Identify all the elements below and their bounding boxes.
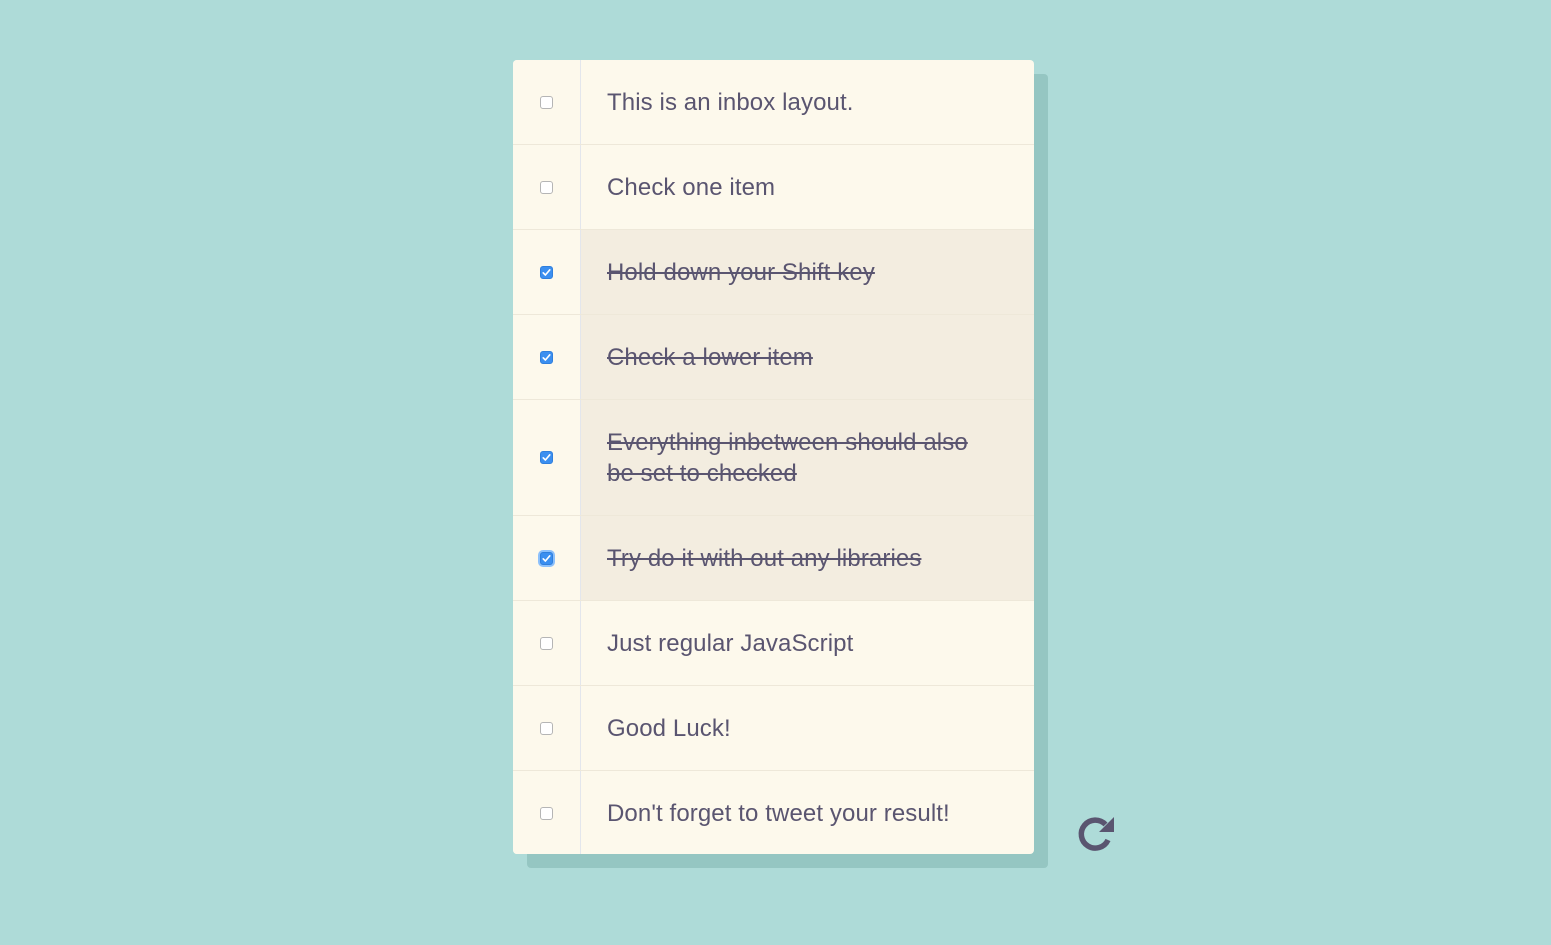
- inbox-item: This is an inbox layout.: [513, 60, 1034, 145]
- refresh-icon[interactable]: [1074, 814, 1116, 854]
- checkbox-cell[interactable]: [513, 516, 581, 600]
- checkbox[interactable]: [540, 551, 553, 565]
- checkbox[interactable]: [540, 806, 553, 820]
- item-label[interactable]: Check one item: [581, 145, 1034, 229]
- item-label[interactable]: Everything inbetween should also be set …: [581, 400, 1034, 515]
- checkbox-cell[interactable]: [513, 315, 581, 399]
- reset-button[interactable]: [1074, 814, 1116, 854]
- checkmark-icon: [542, 353, 551, 361]
- checkbox[interactable]: [540, 721, 553, 735]
- item-label[interactable]: This is an inbox layout.: [581, 60, 1034, 144]
- item-label[interactable]: Just regular JavaScript: [581, 601, 1034, 685]
- checkbox[interactable]: [540, 95, 553, 109]
- checkbox-cell[interactable]: [513, 771, 581, 854]
- checkbox-cell[interactable]: [513, 145, 581, 229]
- checkbox[interactable]: [540, 180, 553, 194]
- checkbox-cell[interactable]: [513, 230, 581, 314]
- inbox-item: Check a lower item: [513, 315, 1034, 400]
- inbox-item: Everything inbetween should also be set …: [513, 400, 1034, 516]
- checkbox-cell[interactable]: [513, 686, 581, 770]
- inbox-item: Try do it with out any libraries: [513, 516, 1034, 601]
- checkbox[interactable]: [540, 451, 553, 464]
- checkmark-icon: [542, 554, 551, 562]
- inbox-list: This is an inbox layout. Check one item …: [513, 60, 1034, 854]
- checkbox-cell[interactable]: [513, 400, 581, 515]
- checkbox-cell[interactable]: [513, 601, 581, 685]
- checkbox[interactable]: [540, 350, 553, 364]
- inbox-item: Hold down your Shift key: [513, 230, 1034, 315]
- inbox-item: Good Luck!: [513, 686, 1034, 771]
- item-label[interactable]: Check a lower item: [581, 315, 1034, 399]
- inbox-item: Just regular JavaScript: [513, 601, 1034, 686]
- item-label[interactable]: Don't forget to tweet your result!: [581, 771, 1034, 854]
- checkmark-icon: [542, 268, 551, 276]
- checkbox-cell[interactable]: [513, 60, 581, 144]
- inbox-item: Check one item: [513, 145, 1034, 230]
- item-label[interactable]: Good Luck!: [581, 686, 1034, 770]
- checkbox[interactable]: [540, 636, 553, 650]
- checkmark-icon: [542, 454, 551, 461]
- item-label[interactable]: Hold down your Shift key: [581, 230, 1034, 314]
- checkbox[interactable]: [540, 265, 553, 279]
- page: This is an inbox layout. Check one item …: [0, 0, 1551, 945]
- item-label[interactable]: Try do it with out any libraries: [581, 516, 1034, 600]
- inbox-item: Don't forget to tweet your result!: [513, 771, 1034, 854]
